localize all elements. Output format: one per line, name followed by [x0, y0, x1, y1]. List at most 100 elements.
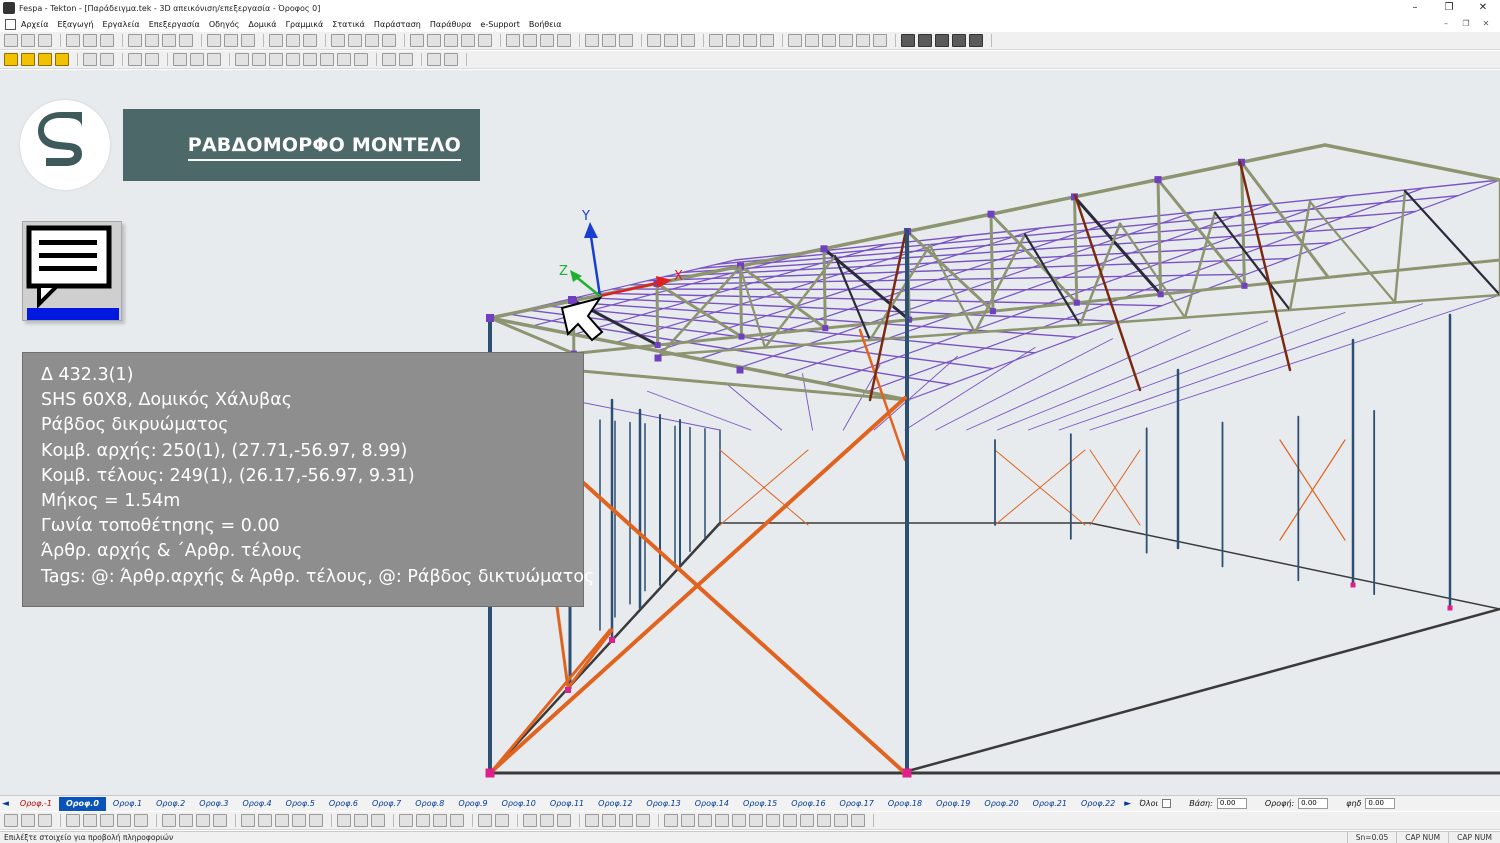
- roof-level-input[interactable]: 0.00: [1298, 798, 1329, 809]
- 3d-viewport[interactable]: Y X Z ΡΑΒΔΟΜΟΡΦΟ ΜΟΝΤΕΛΟ Δ 432.3(1) SHS 60X…: [0, 70, 1500, 795]
- toolbar-2-tool-8-icon[interactable]: [173, 53, 187, 66]
- menu-item-4[interactable]: Οδηγός: [209, 20, 240, 29]
- toolbar-3-tool-20-icon[interactable]: [399, 814, 413, 827]
- toolbar-3-tool-15-icon[interactable]: [292, 814, 306, 827]
- toolbar-1-tool-26-icon[interactable]: [523, 34, 537, 47]
- toolbar-3-tool-44-icon[interactable]: [851, 814, 865, 827]
- truss-node[interactable]: [822, 325, 829, 332]
- toolbar-3-tool-18-icon[interactable]: [354, 814, 368, 827]
- floor-tab-4[interactable]: Οροφ.3: [192, 797, 235, 811]
- truss-web[interactable]: [973, 233, 1027, 334]
- truss-node[interactable]: [654, 342, 661, 349]
- toolbar-1-tool-12-icon[interactable]: [241, 34, 255, 47]
- toolbar-2-tool-4-icon[interactable]: [83, 53, 97, 66]
- floor-tab-21[interactable]: Οροφ.20: [977, 797, 1025, 811]
- roof-bracing[interactable]: [1027, 312, 1346, 431]
- toolbar-2-tool-10-icon[interactable]: [207, 53, 221, 66]
- toolbar-3-tool-42-icon[interactable]: [817, 814, 831, 827]
- toolbar-1-tool-20-icon[interactable]: [410, 34, 424, 47]
- toolbar-1-tool-33-icon[interactable]: [664, 34, 678, 47]
- floor-tab-10[interactable]: Οροφ.9: [451, 797, 494, 811]
- toolbar-1-tool-48-icon[interactable]: [952, 34, 966, 47]
- toolbar-3-tool-3-icon[interactable]: [66, 814, 80, 827]
- ground-beam-back-side[interactable]: [1089, 522, 1500, 610]
- roof-node[interactable]: [654, 354, 662, 362]
- toolbar-1-tool-40-icon[interactable]: [805, 34, 819, 47]
- toolbar-3-tool-23-icon[interactable]: [450, 814, 464, 827]
- roof-brace[interactable]: [1073, 193, 1142, 392]
- floor-tab-8[interactable]: Οροφ.7: [365, 797, 408, 811]
- menu-item-10[interactable]: e-Support: [480, 20, 519, 29]
- floor-nav-right-button[interactable]: ►: [1124, 799, 1131, 809]
- truss-node[interactable]: [820, 245, 828, 253]
- floor-tab-12[interactable]: Οροφ.11: [543, 797, 591, 811]
- toolbar-1-tool-18-icon[interactable]: [365, 34, 379, 47]
- toolbar-1-tool-46-icon[interactable]: [918, 34, 932, 47]
- support-node[interactable]: [565, 687, 571, 693]
- side-brace[interactable]: [491, 628, 612, 772]
- floor-nav-left-button[interactable]: ◄: [2, 799, 9, 809]
- toolbar-2-tool-9-icon[interactable]: [190, 53, 204, 66]
- base-level-input[interactable]: 0.00: [1216, 798, 1247, 809]
- toolbar-1-tool-16-icon[interactable]: [331, 34, 345, 47]
- floor-tab-11[interactable]: Οροφ.10: [495, 797, 543, 811]
- truss-node[interactable]: [1241, 282, 1248, 289]
- toolbar-3-tool-31-icon[interactable]: [619, 814, 633, 827]
- toolbar-3-tool-26-icon[interactable]: [523, 814, 537, 827]
- toolbar-2-tool-1-icon[interactable]: [21, 53, 35, 66]
- toolbar-1-tool-3-icon[interactable]: [66, 34, 80, 47]
- roof-bracing[interactable]: [873, 355, 958, 431]
- truss-web-vertical[interactable]: [655, 281, 660, 347]
- toolbar-3-tool-11-icon[interactable]: [213, 814, 227, 827]
- toolbar-1-tool-8-icon[interactable]: [162, 34, 176, 47]
- toolbar-3-tool-4-icon[interactable]: [83, 814, 97, 827]
- toolbar-3-tool-29-icon[interactable]: [585, 814, 599, 827]
- toolbar-1-tool-9-icon[interactable]: [179, 34, 193, 47]
- toolbar-1-tool-13-icon[interactable]: [269, 34, 283, 47]
- menu-item-3[interactable]: Επεξεργασία: [149, 20, 200, 29]
- toolbar-2-tool-3-icon[interactable]: [55, 53, 69, 66]
- toolbar-3-tool-40-icon[interactable]: [783, 814, 797, 827]
- truss-front-chord[interactable]: [568, 368, 910, 402]
- truss-web-diagonal[interactable]: [488, 316, 576, 356]
- floor-tab-23[interactable]: Οροφ.22: [1074, 797, 1122, 811]
- truss-node[interactable]: [987, 210, 995, 218]
- close-button[interactable]: ✕: [1466, 0, 1500, 16]
- toolbar-3-tool-43-icon[interactable]: [834, 814, 848, 827]
- toolbar-2-tool-22-icon[interactable]: [444, 53, 458, 66]
- toolbar-3-tool-28-icon[interactable]: [557, 814, 571, 827]
- toolbar-2-tool-12-icon[interactable]: [252, 53, 266, 66]
- toolbar-3-tool-13-icon[interactable]: [258, 814, 272, 827]
- roof-corner-node[interactable]: [486, 314, 494, 322]
- truss-web[interactable]: [1393, 189, 1407, 304]
- toolbar-3-tool-22-icon[interactable]: [433, 814, 447, 827]
- minimize-button[interactable]: –: [1398, 0, 1432, 16]
- toolbar-1-tool-10-icon[interactable]: [207, 34, 221, 47]
- info-tooltip-button[interactable]: [22, 221, 122, 321]
- toolbar-2-tool-0-icon[interactable]: [4, 53, 18, 66]
- toolbar-2-tool-16-icon[interactable]: [320, 53, 334, 66]
- support-node[interactable]: [1447, 605, 1453, 611]
- toolbar-1-tool-42-icon[interactable]: [839, 34, 853, 47]
- toolbar-1-tool-43-icon[interactable]: [856, 34, 870, 47]
- all-floors-toggle[interactable]: Όλοι: [1139, 799, 1172, 808]
- toolbar-1-tool-24-icon[interactable]: [478, 34, 492, 47]
- all-floors-checkbox[interactable]: [1162, 799, 1172, 808]
- menu-item-8[interactable]: Παράσταση: [374, 20, 421, 29]
- toolbar-3-tool-41-icon[interactable]: [800, 814, 814, 827]
- support-node[interactable]: [1350, 582, 1356, 588]
- toolbar-1-tool-7-icon[interactable]: [145, 34, 159, 47]
- toolbar-1-tool-23-icon[interactable]: [461, 34, 475, 47]
- toolbar-3-tool-8-icon[interactable]: [162, 814, 176, 827]
- toolbar-2-tool-5-icon[interactable]: [100, 53, 114, 66]
- toolbar-1-tool-32-icon[interactable]: [647, 34, 661, 47]
- toolbar-1-tool-1-icon[interactable]: [21, 34, 35, 47]
- menu-item-11[interactable]: Βοήθεια: [529, 20, 562, 29]
- truss-web-vertical[interactable]: [739, 264, 743, 339]
- toolbar-3-tool-10-icon[interactable]: [196, 814, 210, 827]
- toolbar-1-tool-4-icon[interactable]: [83, 34, 97, 47]
- toolbar-1-tool-5-icon[interactable]: [100, 34, 114, 47]
- truss-node[interactable]: [738, 333, 745, 340]
- toolbar-1-tool-22-icon[interactable]: [444, 34, 458, 47]
- toolbar-1-tool-0-icon[interactable]: [4, 34, 18, 47]
